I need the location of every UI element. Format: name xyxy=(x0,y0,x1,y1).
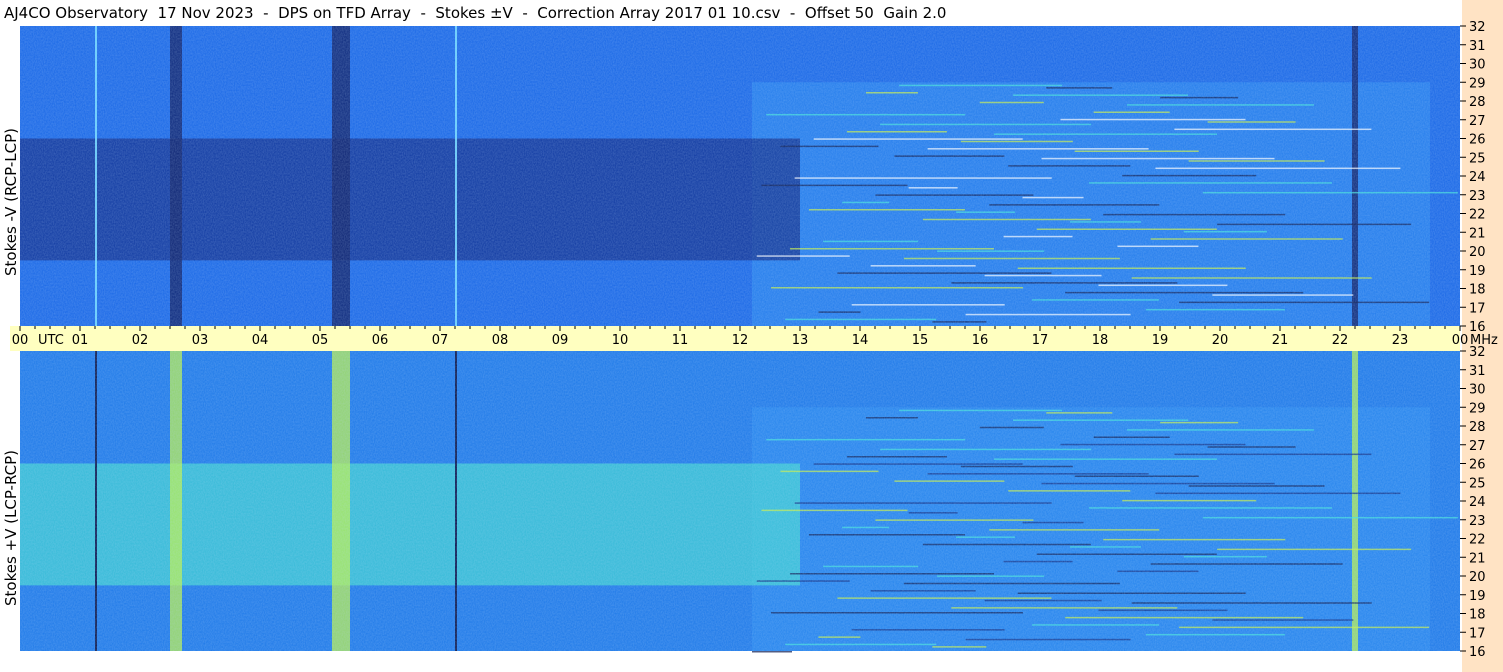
y-tick-label: 32 xyxy=(1469,345,1486,360)
x-tick-label: 22 xyxy=(1332,333,1349,348)
rfi-streak xyxy=(752,651,792,653)
y-tick-label: 31 xyxy=(1469,39,1486,54)
x-tick-label: 00 xyxy=(12,333,29,348)
x-tick-label: 04 xyxy=(252,333,269,348)
frequency-axis-top: 32 31 30 29 28 27 26 25 24 23 22 21 20 19 18 17 16 xyxy=(1460,20,1486,335)
frequency-axis-bottom: 32 31 30 29 28 27 26 25 24 23 22 21 20 19 18 17 16 xyxy=(1460,345,1486,660)
x-tick-label: 10 xyxy=(612,333,629,348)
panel-bottom-noise xyxy=(20,351,1460,651)
y-tick-label: 19 xyxy=(1469,264,1486,279)
y-tick-label: 20 xyxy=(1469,570,1486,585)
x-tick-label: 19 xyxy=(1152,333,1169,348)
panel-stokes-plus-v xyxy=(20,351,1460,653)
panel-stokes-minus-v xyxy=(20,26,1460,328)
x-tick-label: 14 xyxy=(852,333,869,348)
x-tick-label: 06 xyxy=(372,333,389,348)
y-tick-label: 32 xyxy=(1469,20,1486,35)
y-tick-label: 26 xyxy=(1469,458,1486,473)
y-tick-label: 28 xyxy=(1469,95,1486,110)
x-tick-label: 02 xyxy=(132,333,149,348)
x-unit-left: UTC xyxy=(38,333,64,348)
y-tick-label: 23 xyxy=(1469,189,1486,204)
y-tick-label: 27 xyxy=(1469,114,1486,129)
x-tick-label: 08 xyxy=(492,333,509,348)
y-tick-label: 22 xyxy=(1469,533,1486,548)
x-tick-label: 09 xyxy=(552,333,569,348)
x-tick-label: 01 xyxy=(72,333,89,348)
x-tick-label: 20 xyxy=(1212,333,1229,348)
x-tick-label: 03 xyxy=(192,333,209,348)
y-tick-label: 17 xyxy=(1469,626,1486,641)
y-tick-label: 30 xyxy=(1469,58,1486,73)
y-tick-label: 31 xyxy=(1469,364,1486,379)
y-tick-label: 27 xyxy=(1469,439,1486,454)
x-tick-label: 05 xyxy=(312,333,329,348)
x-tick-label: 23 xyxy=(1392,333,1409,348)
x-tick-label: 17 xyxy=(1032,333,1049,348)
spectrogram-figure: 00 01 02 03 04 05 06 07 08 09 10 11 12 13 14 15 16 17 18 19… xyxy=(10,20,1498,660)
y-tick-label: 22 xyxy=(1469,208,1486,223)
y-tick-label: 23 xyxy=(1469,514,1486,529)
panel-top-noise xyxy=(20,26,1460,326)
panel-top-ylabel: Stokes -V (RCP-LCP) xyxy=(2,128,20,276)
x-tick-label: 18 xyxy=(1092,333,1109,348)
y-tick-label: 21 xyxy=(1469,226,1486,241)
x-tick-label: 16 xyxy=(972,333,989,348)
y-tick-label: 25 xyxy=(1469,476,1486,491)
y-tick-label: 28 xyxy=(1469,420,1486,435)
y-tick-label: 20 xyxy=(1469,245,1486,260)
y-tick-label: 17 xyxy=(1469,301,1486,316)
x-tick-label: 00 xyxy=(1452,333,1469,348)
y-tick-label: 16 xyxy=(1469,645,1486,660)
y-tick-label: 26 xyxy=(1469,133,1486,148)
y-tick-label: 21 xyxy=(1469,551,1486,566)
x-tick-label: 07 xyxy=(432,333,449,348)
y-tick-label: 19 xyxy=(1469,589,1486,604)
y-tick-label: 24 xyxy=(1469,170,1486,185)
x-tick-label: 11 xyxy=(672,333,689,348)
y-tick-label: 29 xyxy=(1469,401,1486,416)
y-tick-label: 18 xyxy=(1469,608,1486,623)
y-tick-label: 25 xyxy=(1469,151,1486,166)
x-tick-label: 21 xyxy=(1272,333,1289,348)
y-tick-label: 16 xyxy=(1469,320,1486,335)
y-tick-label: 18 xyxy=(1469,283,1486,298)
x-tick-label: 12 xyxy=(732,333,749,348)
x-tick-label: 15 xyxy=(912,333,929,348)
y-tick-label: 29 xyxy=(1469,76,1486,91)
y-tick-label: 30 xyxy=(1469,383,1486,398)
y-tick-label: 24 xyxy=(1469,495,1486,510)
panel-bottom-ylabel: Stokes +V (LCP-RCP) xyxy=(2,450,20,606)
x-tick-label: 13 xyxy=(792,333,809,348)
